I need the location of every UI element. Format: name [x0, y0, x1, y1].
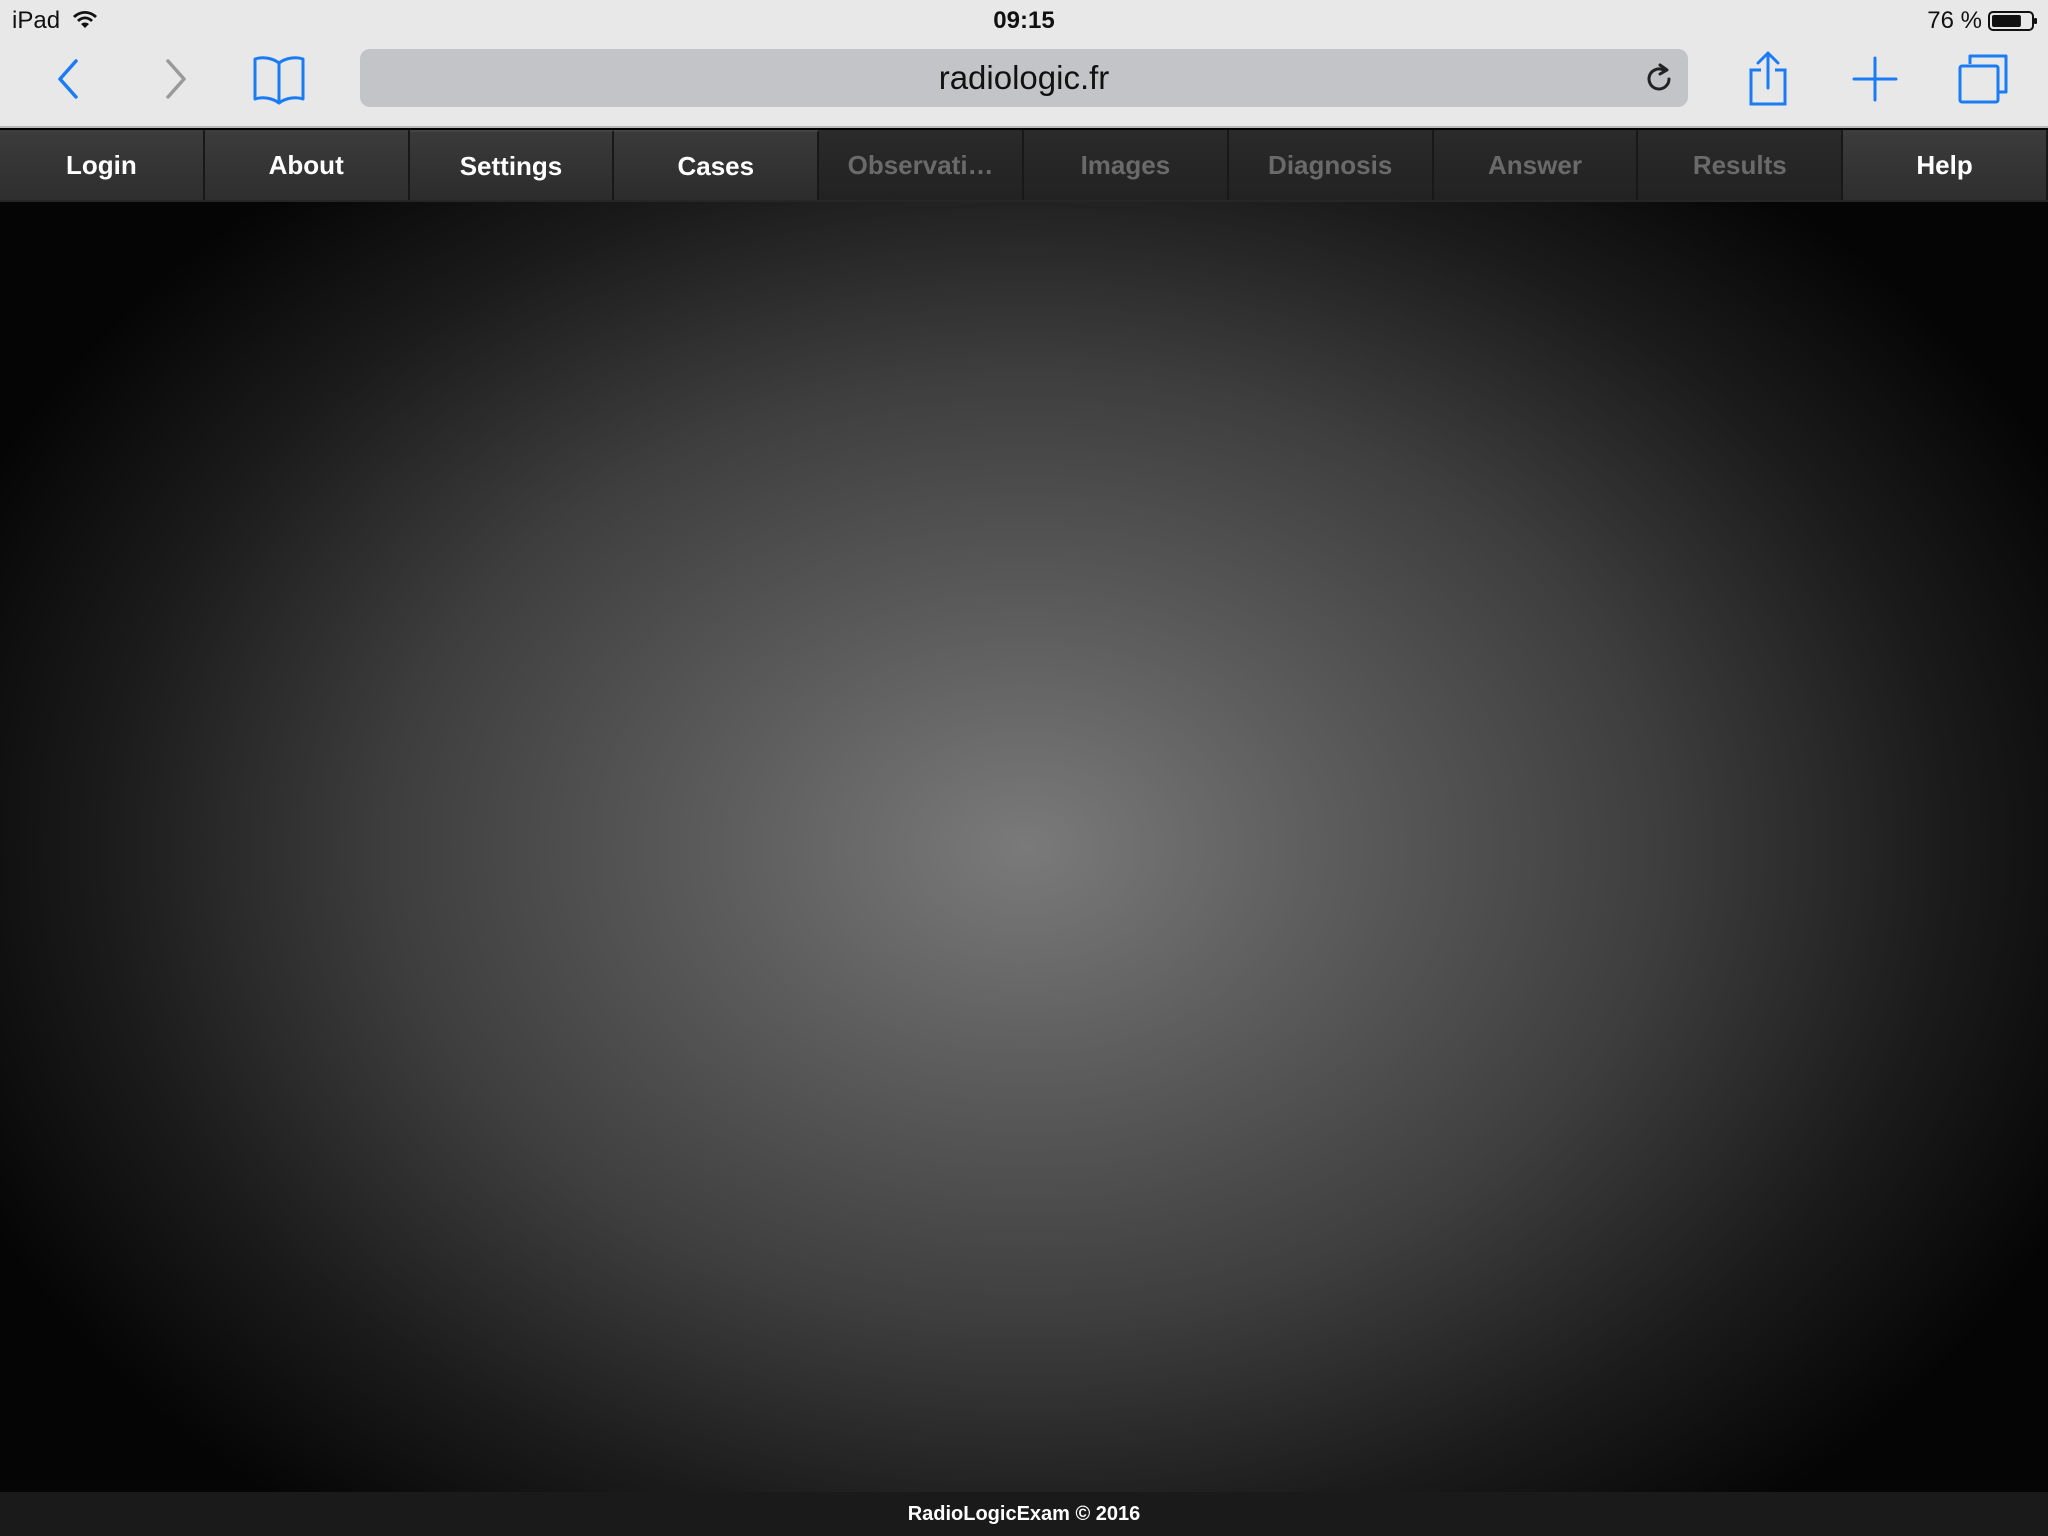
tab-cases[interactable]: Cases — [614, 130, 820, 200]
tab-about[interactable]: About — [204, 130, 410, 200]
back-button[interactable] — [34, 46, 104, 112]
tab-settings[interactable]: Settings — [409, 130, 615, 200]
footer: RadioLogicExam © 2016 — [0, 1492, 2048, 1536]
tab-answer[interactable]: Answer — [1433, 130, 1639, 200]
new-tab-button[interactable] — [1840, 46, 1910, 112]
browser-toolbar: radiologic.fr — [0, 40, 2048, 128]
back-icon — [58, 59, 78, 99]
tab-results[interactable]: Results — [1638, 130, 1844, 200]
bookmarks-button[interactable] — [244, 46, 314, 112]
bookmarks-icon — [253, 56, 305, 105]
tab-login[interactable]: Login — [0, 130, 205, 200]
share-button[interactable] — [1733, 46, 1803, 112]
reload-icon[interactable] — [1642, 62, 1676, 96]
url-text: radiologic.fr — [938, 59, 1110, 96]
url-bar[interactable]: radiologic.fr — [360, 49, 1688, 107]
forward-button[interactable] — [140, 46, 210, 112]
tab-images[interactable]: Images — [1023, 130, 1229, 200]
app-nav-bar: Login About Settings Cases Observati… Im… — [0, 130, 2048, 202]
tab-observations[interactable]: Observati… — [819, 130, 1024, 200]
tabs-overview-button[interactable] — [1948, 46, 2018, 112]
tab-diagnosis[interactable]: Diagnosis — [1228, 130, 1434, 200]
share-icon — [1749, 51, 1787, 106]
tab-help[interactable]: Help — [1843, 130, 2048, 200]
new-tab-icon — [1852, 56, 1898, 102]
battery-percentage: 76 % — [1927, 7, 1982, 34]
main-content — [0, 202, 2048, 1492]
forward-icon — [166, 59, 186, 99]
tabs-icon — [1958, 54, 2008, 104]
battery-icon — [1988, 11, 2037, 31]
status-bar: iPad 09:15 76 % — [0, 0, 2048, 40]
status-time: 09:15 — [993, 7, 1055, 34]
footer-copyright: RadioLogicExam © 2016 — [907, 1502, 1141, 1525]
